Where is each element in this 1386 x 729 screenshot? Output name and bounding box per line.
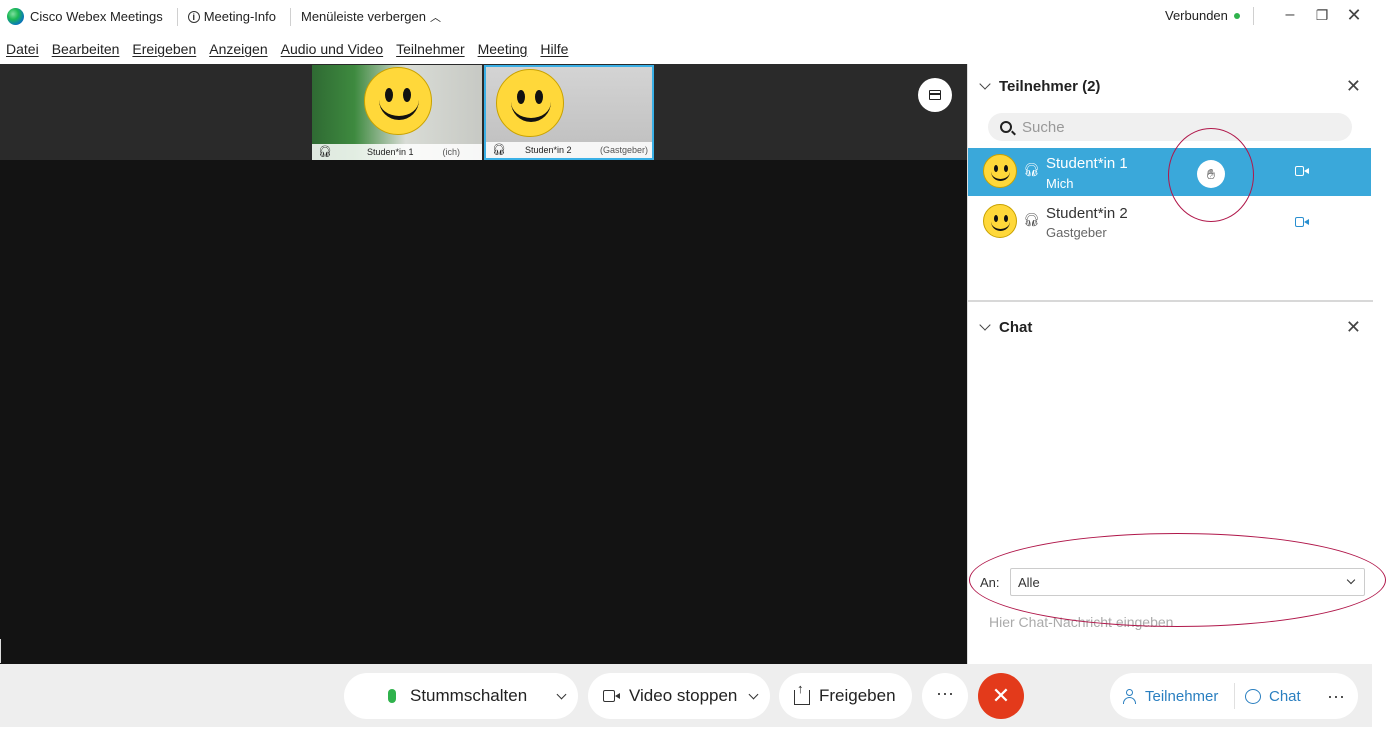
participant-name: Student*in 1 bbox=[1046, 155, 1128, 172]
chevron-up-icon: ︿ bbox=[430, 11, 442, 24]
app-title: Cisco Webex Meetings bbox=[30, 9, 163, 24]
thumbnail-name: Studen*in 1 bbox=[367, 147, 414, 157]
thumbnail-role: (Gastgeber) bbox=[599, 145, 648, 155]
panel-divider[interactable] bbox=[968, 300, 1373, 302]
smiley-avatar bbox=[364, 67, 432, 135]
participant-name: Student*in 2 bbox=[1046, 205, 1128, 222]
video-label: Video stoppen bbox=[629, 686, 738, 705]
chat-header[interactable]: Chat ✕ bbox=[968, 307, 1373, 347]
status-dot bbox=[1233, 12, 1240, 19]
chevron-down-icon[interactable] bbox=[979, 78, 991, 90]
layout-button[interactable] bbox=[918, 78, 952, 112]
panel-toggle-group: Teilnehmer Chat ··· bbox=[1110, 673, 1358, 719]
close-icon[interactable]: ✕ bbox=[1343, 4, 1365, 26]
menu-meeting[interactable]: Meeting bbox=[478, 41, 528, 57]
participants-toggle-label: Teilnehmer bbox=[1145, 687, 1219, 705]
smiley-avatar bbox=[496, 69, 564, 137]
participant-role: Mich bbox=[1046, 176, 1074, 191]
menu-datei[interactable]: Datei bbox=[6, 41, 39, 57]
chat-message-input[interactable]: Hier Chat-Nachricht eingeben bbox=[989, 614, 1173, 630]
participant-row[interactable]: 🎧︎ Student*in 1 Mich ✋︎ bbox=[968, 148, 1371, 196]
participant-search[interactable]: Suche bbox=[988, 113, 1352, 141]
side-panel: Teilnehmer (2) ✕ Suche 🎧︎ Student*in 1 M… bbox=[967, 64, 1373, 664]
avatar bbox=[983, 154, 1017, 188]
end-call-icon[interactable]: ✕ bbox=[978, 673, 1024, 719]
raise-hand-icon[interactable]: ✋︎ bbox=[1197, 160, 1225, 188]
video-button[interactable]: Video stoppen bbox=[588, 673, 770, 719]
layout-icon bbox=[929, 90, 941, 100]
more-icon[interactable]: ··· bbox=[922, 673, 968, 719]
share-label: Freigeben bbox=[819, 686, 896, 705]
info-icon: i bbox=[187, 10, 200, 23]
webex-logo bbox=[7, 8, 24, 25]
participants-toggle-button[interactable]: Teilnehmer bbox=[1122, 673, 1218, 719]
search-icon bbox=[1000, 121, 1012, 133]
chat-bubble-icon bbox=[1245, 688, 1261, 704]
headset-icon: 🎧︎ bbox=[318, 146, 332, 158]
video-thumbnail-1[interactable]: 🎧︎ Studen*in 1 (ich) bbox=[312, 65, 482, 160]
chevron-down-icon bbox=[1346, 575, 1356, 585]
person-icon bbox=[1122, 688, 1137, 704]
share-icon bbox=[794, 681, 810, 705]
title-separator bbox=[289, 7, 291, 26]
status-label: Verbunden bbox=[1165, 8, 1228, 23]
thumbnail-role: (ich) bbox=[442, 147, 461, 157]
close-icon[interactable]: ✕ bbox=[1346, 76, 1361, 97]
video-stage: 🎧︎ Studen*in 1 (ich) 🎧︎ Studen*in 2 (Gas… bbox=[0, 64, 967, 664]
participant-role: Gastgeber bbox=[1046, 225, 1107, 240]
participants-header[interactable]: Teilnehmer (2) ✕ bbox=[968, 66, 1373, 106]
title-separator bbox=[1253, 7, 1254, 25]
chat-to-label: An: bbox=[980, 575, 1000, 590]
mute-label: Stummschalten bbox=[410, 686, 528, 705]
toggle-separator bbox=[1234, 683, 1235, 709]
title-separator bbox=[176, 7, 178, 26]
menu-freigeben[interactable]: Ereigeben bbox=[132, 41, 196, 57]
chat-recipient-select[interactable]: Alle bbox=[1010, 568, 1365, 596]
chat-toggle-label: Chat bbox=[1269, 687, 1301, 705]
chat-recipient-value: Alle bbox=[1018, 575, 1040, 590]
thumbnail-label: 🎧︎ Studen*in 2 (Gastgeber) bbox=[486, 142, 652, 158]
menu-anzeigen[interactable]: Anzeigen bbox=[209, 41, 267, 57]
mute-button[interactable]: Stummschalten bbox=[344, 673, 578, 719]
search-placeholder: Suche bbox=[1022, 118, 1065, 136]
video-icon bbox=[603, 690, 621, 702]
headset-icon: 🎧︎ bbox=[492, 144, 506, 156]
restore-icon[interactable]: ❐ bbox=[1311, 4, 1333, 26]
avatar bbox=[983, 204, 1017, 238]
connection-status: Verbunden bbox=[1165, 8, 1240, 23]
participant-row[interactable]: 🎧︎ Student*in 2 Gastgeber bbox=[968, 198, 1371, 246]
chat-title: Chat bbox=[999, 318, 1033, 336]
chevron-down-icon[interactable] bbox=[556, 689, 567, 700]
menu-teilnehmer[interactable]: Teilnehmer bbox=[396, 41, 464, 57]
meeting-info-label: Meeting-Info bbox=[203, 9, 276, 24]
hide-menu-label: Menüleiste verbergen bbox=[300, 9, 427, 24]
chevron-down-icon[interactable] bbox=[748, 689, 759, 700]
share-button[interactable]: Freigeben bbox=[779, 673, 912, 719]
microphone-icon bbox=[388, 689, 396, 703]
control-bar: Stummschalten Video stoppen Freigeben ··… bbox=[0, 664, 1372, 727]
hide-menu-button[interactable]: Menüleiste verbergen ︿ bbox=[301, 9, 441, 25]
thumbnail-label: 🎧︎ Studen*in 1 (ich) bbox=[312, 144, 482, 160]
headset-icon: 🎧︎ bbox=[1023, 212, 1040, 227]
chat-toggle-button[interactable]: Chat bbox=[1245, 673, 1301, 719]
video-thumbnail-2[interactable]: 🎧︎ Studen*in 2 (Gastgeber) bbox=[484, 65, 654, 160]
chevron-down-icon[interactable] bbox=[979, 319, 991, 331]
stage-edge bbox=[0, 639, 1, 663]
more-options-button[interactable]: ··· bbox=[1327, 673, 1345, 719]
close-icon[interactable]: ✕ bbox=[1346, 317, 1361, 338]
thumbnail-name: Studen*in 2 bbox=[525, 145, 572, 155]
participants-title: Teilnehmer (2) bbox=[999, 77, 1101, 95]
menu-hilfe[interactable]: Hilfe bbox=[540, 41, 568, 57]
headset-icon: 🎧︎ bbox=[1023, 162, 1040, 177]
video-icon[interactable] bbox=[1295, 217, 1309, 227]
minimize-icon[interactable]: – bbox=[1279, 4, 1301, 26]
video-icon[interactable] bbox=[1295, 166, 1309, 176]
menu-audio-video[interactable]: Audio und Video bbox=[281, 41, 384, 57]
meeting-info-button[interactable]: i Meeting-Info bbox=[187, 9, 276, 24]
menu-bearbeiten[interactable]: Bearbeiten bbox=[52, 41, 120, 57]
menu-bar: Datei Bearbeiten Ereigeben Anzeigen Audi… bbox=[0, 33, 1372, 64]
